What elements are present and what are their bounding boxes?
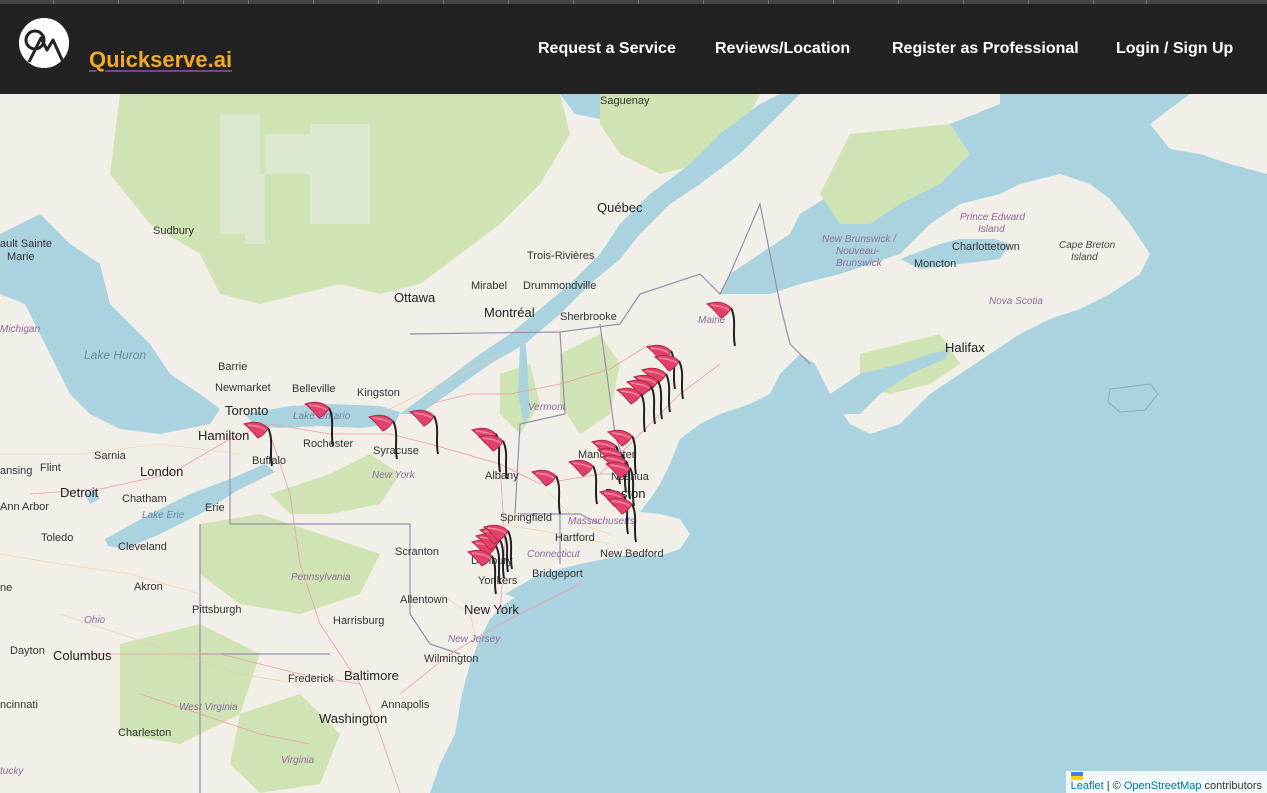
label-sherbrooke: Sherbrooke — [560, 311, 617, 323]
label-albany: Albany — [485, 470, 519, 482]
label-buffalo: Buffalo — [252, 455, 286, 467]
label-sault: ault Sainte — [0, 238, 52, 250]
label-akron: Akron — [134, 581, 163, 593]
label-halifax: Halifax — [945, 340, 985, 355]
label-new-york-city: New York — [464, 602, 519, 617]
leaflet-link[interactable]: Leaflet — [1071, 780, 1104, 792]
label-annapolis: Annapolis — [381, 699, 430, 711]
label-dayton: Dayton — [10, 645, 45, 657]
label-chatham: Chatham — [122, 493, 167, 505]
label-lansing: ansing — [0, 465, 32, 477]
label-ottawa: Ottawa — [394, 290, 436, 305]
label-lake-erie: Lake Erie — [142, 510, 185, 521]
label-new-brunswick-3: Brunswick — [836, 258, 883, 269]
newfoundland — [1150, 94, 1267, 174]
service-map[interactable]: Saguenay Québec Sudbury ault Sainte Mari… — [0, 94, 1267, 793]
label-harrisburg: Harrisburg — [333, 615, 384, 627]
label-columbus: Columbus — [53, 648, 112, 663]
label-ann-arbor: Ann Arbor — [0, 501, 49, 513]
attribution-suffix: contributors — [1201, 780, 1262, 792]
navbar: Quickserve.ai Request a Service Reviews/… — [0, 4, 1267, 94]
label-pei-2: Island — [978, 224, 1005, 235]
attribution-separator: | © — [1103, 780, 1124, 792]
label-trois-rivieres: Trois-Rivières — [527, 250, 595, 262]
label-erie: Erie — [205, 502, 225, 514]
label-vermont: Vermont — [528, 402, 567, 413]
label-kingston: Kingston — [357, 387, 400, 399]
label-barrie: Barrie — [218, 361, 247, 373]
label-west-virginia: West Virginia — [179, 702, 238, 713]
label-london: London — [140, 464, 183, 479]
nav-login-signup[interactable]: Login / Sign Up — [1116, 40, 1233, 58]
label-lake-huron: Lake Huron — [84, 348, 146, 362]
label-moncton: Moncton — [914, 258, 956, 270]
label-flint: Flint — [40, 462, 61, 474]
nav-request-service[interactable]: Request a Service — [538, 40, 676, 58]
label-pei-1: Prince Edward — [960, 212, 1025, 223]
label-toledo: Toledo — [41, 532, 73, 544]
label-pennsylvania: Pennsylvania — [291, 572, 351, 583]
label-scranton: Scranton — [395, 546, 439, 558]
label-charleston: Charleston — [118, 727, 171, 739]
label-washington: Washington — [319, 711, 387, 726]
label-kentucky: tucky — [0, 766, 24, 777]
label-detroit: Detroit — [60, 485, 99, 500]
nav-register-professional[interactable]: Register as Professional — [892, 40, 1079, 58]
label-michigan: Michigan — [0, 324, 40, 335]
label-cincinnati: ncinnati — [0, 699, 38, 711]
label-wilmington: Wilmington — [424, 653, 478, 665]
label-toronto: Toronto — [225, 403, 268, 418]
map-attribution: Leaflet | © OpenStreetMap contributors — [1065, 771, 1267, 793]
osm-link[interactable]: OpenStreetMap — [1124, 780, 1202, 792]
label-charlottetown: Charlottetown — [952, 241, 1020, 253]
label-hartford: Hartford — [555, 532, 595, 544]
label-newmarket: Newmarket — [215, 382, 271, 394]
label-massachusetts: Massachusetts — [568, 516, 635, 527]
label-drummondville: Drummondville — [523, 280, 596, 292]
label-nova-scotia: Nova Scotia — [989, 296, 1043, 307]
label-pittsburgh: Pittsburgh — [192, 604, 242, 616]
map-tiles[interactable]: Saguenay Québec Sudbury ault Sainte Mari… — [0, 94, 1267, 793]
label-marie: Marie — [7, 251, 35, 263]
sable-island-ring — [1107, 383, 1159, 413]
label-new-brunswick-1: New Brunswick / — [822, 234, 897, 245]
brand-link[interactable]: Quickserve.ai — [89, 47, 232, 73]
label-saguenay: Saguenay — [600, 95, 650, 107]
label-new-jersey: New Jersey — [448, 634, 501, 645]
label-rochester: Rochester — [303, 438, 353, 450]
label-new-brunswick-2: Nouveau- — [836, 246, 880, 257]
label-virginia: Virginia — [281, 755, 315, 766]
label-mirabel: Mirabel — [471, 280, 507, 292]
label-cleveland: Cleveland — [118, 541, 167, 553]
brand-logo-icon[interactable] — [19, 18, 69, 68]
label-yonkers: Yonkers — [478, 575, 518, 587]
label-bridgeport: Bridgeport — [532, 568, 583, 580]
ukraine-flag-icon — [1070, 772, 1083, 780]
label-sarnia: Sarnia — [94, 450, 127, 462]
label-ne: ne — [0, 582, 12, 594]
nav-reviews-location[interactable]: Reviews/Location — [715, 40, 850, 58]
label-cape-breton-2: Island — [1071, 252, 1098, 263]
label-new-york-state: New York — [372, 470, 416, 481]
label-allentown: Allentown — [400, 594, 448, 606]
label-baltimore: Baltimore — [344, 668, 399, 683]
label-frederick: Frederick — [288, 673, 334, 685]
label-belleville: Belleville — [292, 383, 335, 395]
label-quebec: Québec — [597, 200, 643, 215]
label-sudbury: Sudbury — [153, 225, 194, 237]
label-connecticut: Connecticut — [527, 549, 581, 560]
label-new-bedford: New Bedford — [600, 548, 664, 560]
label-cape-breton-1: Cape Breton — [1059, 240, 1116, 251]
label-springfield: Springfield — [500, 512, 552, 524]
label-montreal: Montréal — [484, 305, 535, 320]
label-hamilton: Hamilton — [198, 428, 249, 443]
label-ohio: Ohio — [84, 615, 106, 626]
